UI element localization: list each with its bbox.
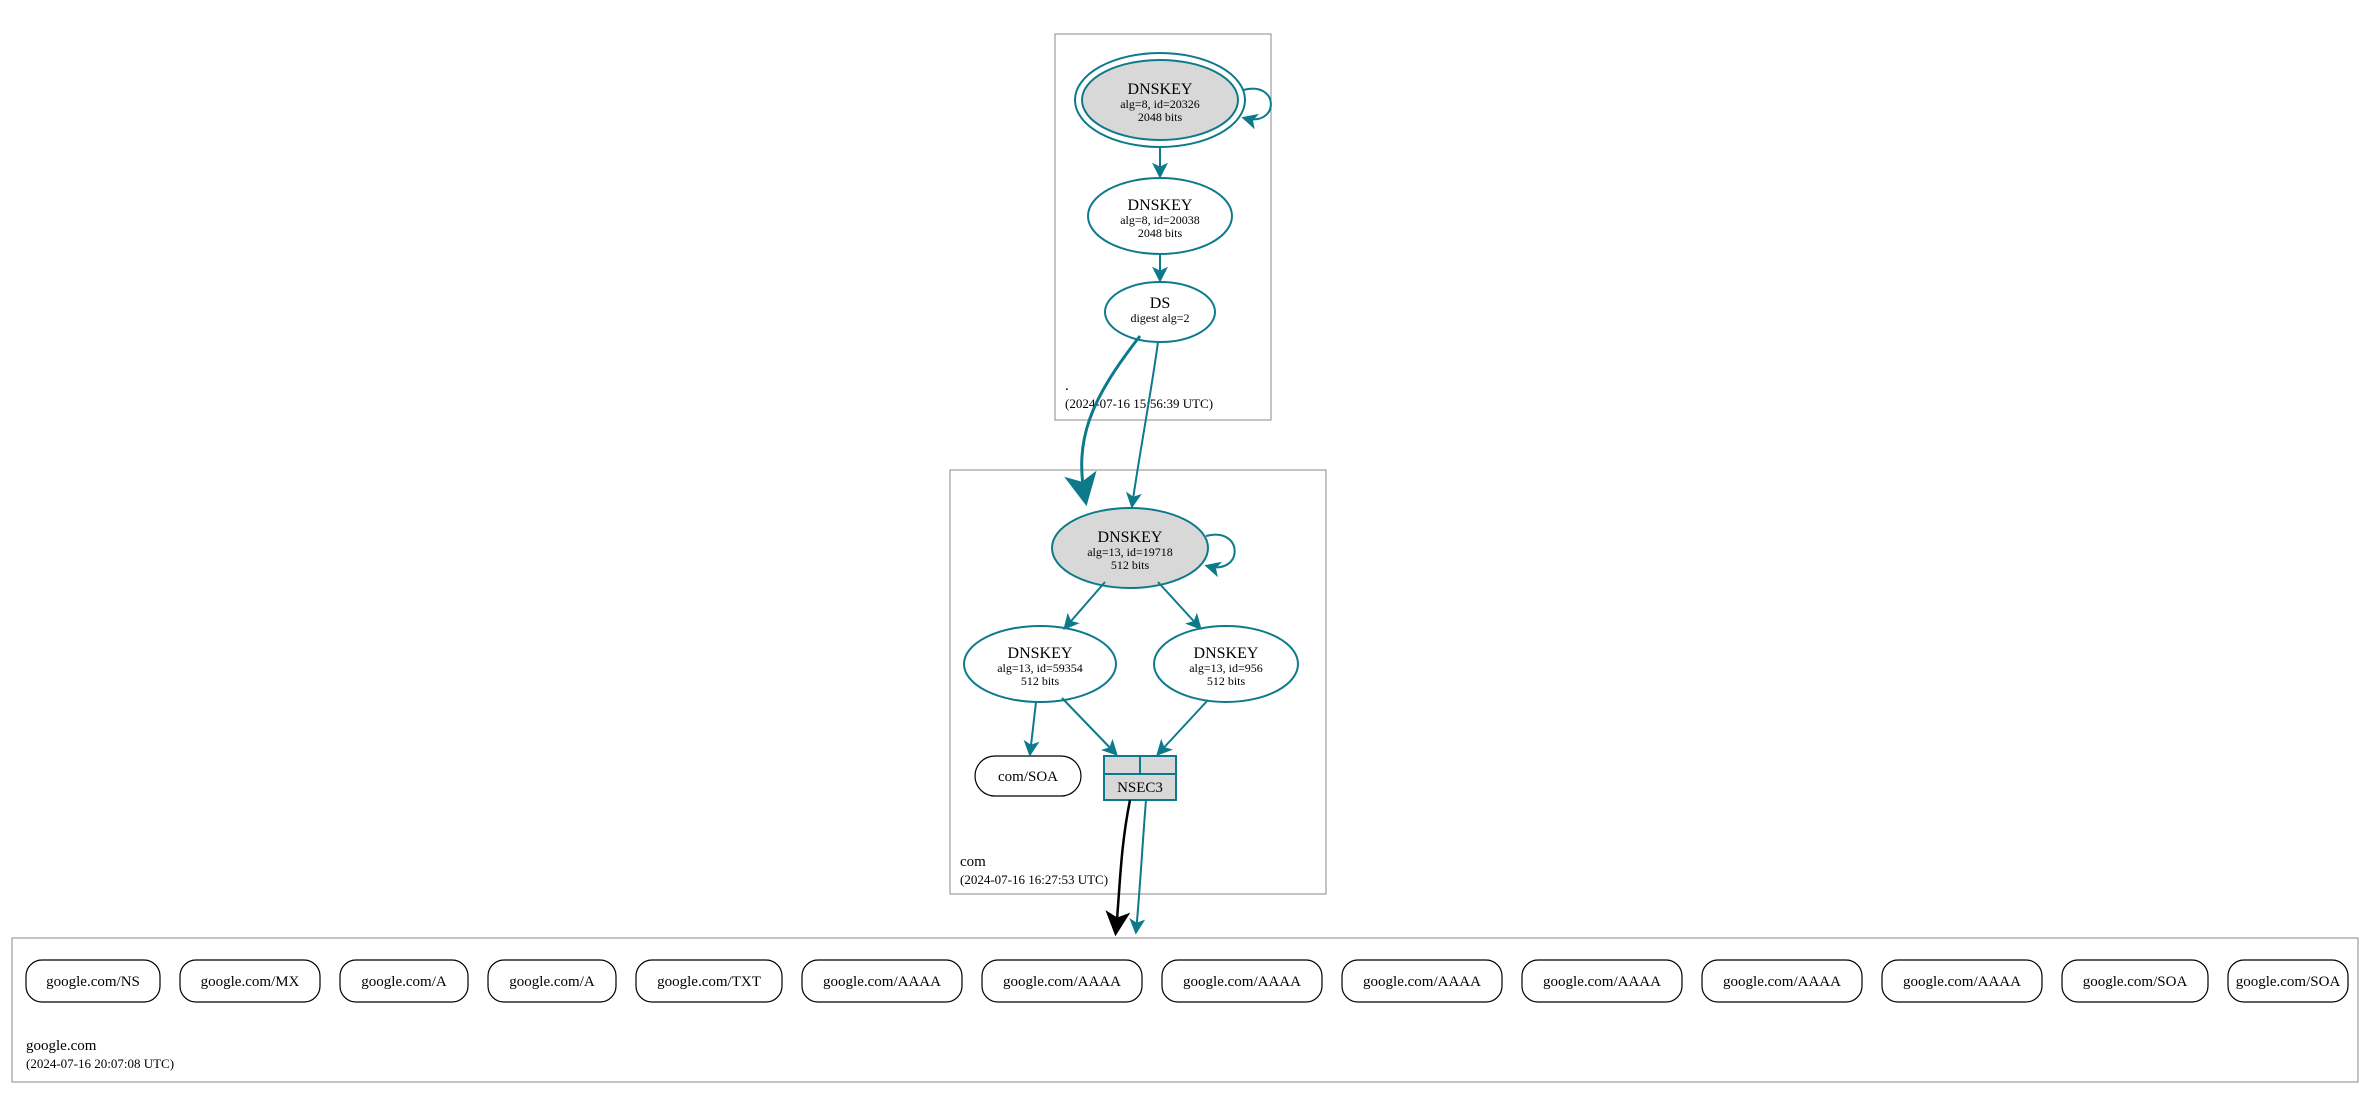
- list-item: google.com/TXT: [636, 960, 782, 1002]
- list-item: google.com/AAAA: [1342, 960, 1502, 1002]
- list-item: google.com/AAAA: [982, 960, 1142, 1002]
- svg-text:alg=13, id=956: alg=13, id=956: [1189, 661, 1263, 675]
- svg-text:google.com/AAAA: google.com/AAAA: [1183, 974, 1301, 990]
- svg-text:google.com/A: google.com/A: [361, 974, 447, 990]
- zone-google-name: google.com: [26, 1038, 97, 1054]
- list-item: google.com/SOA: [2228, 960, 2348, 1002]
- node-root-ksk: DNSKEY alg=8, id=20326 2048 bits: [1075, 53, 1245, 147]
- svg-text:2048 bits: 2048 bits: [1138, 226, 1183, 240]
- google-record-list: google.com/NS google.com/MX google.com/A…: [26, 960, 2348, 1002]
- edge-ds-comksk-2: [1132, 342, 1158, 506]
- list-item: google.com/NS: [26, 960, 160, 1002]
- node-com-zsk2: DNSKEY alg=13, id=956 512 bits: [1154, 626, 1298, 702]
- svg-text:google.com/MX: google.com/MX: [201, 974, 300, 990]
- node-com-nsec3: NSEC3: [1104, 756, 1176, 800]
- svg-text:google.com/AAAA: google.com/AAAA: [1003, 974, 1121, 990]
- edge-nsec3-google-black: [1116, 800, 1130, 930]
- svg-text:google.com/AAAA: google.com/AAAA: [823, 974, 941, 990]
- zone-root: . (2024-07-16 15:56:39 UTC) DNSKEY alg=8…: [1055, 34, 1271, 420]
- svg-text:google.com/A: google.com/A: [509, 974, 595, 990]
- node-com-ksk: DNSKEY alg=13, id=19718 512 bits: [1052, 508, 1208, 588]
- edge-comksk-zsk2: [1158, 582, 1200, 628]
- zone-root-timestamp: (2024-07-16 15:56:39 UTC): [1065, 396, 1213, 411]
- svg-text:alg=13, id=19718: alg=13, id=19718: [1087, 545, 1173, 559]
- svg-text:google.com/AAAA: google.com/AAAA: [1363, 974, 1481, 990]
- svg-text:alg=8, id=20038: alg=8, id=20038: [1120, 213, 1200, 227]
- zone-root-name: .: [1065, 378, 1069, 394]
- edge-root-ksk-self: [1243, 89, 1271, 120]
- edge-zsk2-nsec3: [1158, 700, 1208, 754]
- zone-com-name: com: [960, 854, 986, 870]
- dnssec-graph: . (2024-07-16 15:56:39 UTC) DNSKEY alg=8…: [0, 0, 2371, 1094]
- svg-text:alg=13, id=59354: alg=13, id=59354: [997, 661, 1083, 675]
- list-item: google.com/A: [340, 960, 468, 1002]
- svg-text:google.com/TXT: google.com/TXT: [657, 974, 761, 990]
- list-item: google.com/AAAA: [1702, 960, 1862, 1002]
- svg-text:DNSKEY: DNSKEY: [1194, 645, 1259, 662]
- svg-text:digest alg=2: digest alg=2: [1130, 311, 1189, 325]
- edge-zsk1-soa: [1030, 702, 1036, 754]
- list-item: google.com/MX: [180, 960, 320, 1002]
- list-item: google.com/AAAA: [1522, 960, 1682, 1002]
- list-item: google.com/A: [488, 960, 616, 1002]
- node-com-soa: com/SOA: [975, 756, 1081, 796]
- edge-ds-comksk-1: [1082, 336, 1140, 498]
- svg-text:com/SOA: com/SOA: [998, 769, 1058, 785]
- list-item: google.com/AAAA: [802, 960, 962, 1002]
- zone-com-timestamp: (2024-07-16 16:27:53 UTC): [960, 872, 1108, 887]
- svg-text:512 bits: 512 bits: [1207, 674, 1246, 688]
- svg-text:google.com/SOA: google.com/SOA: [2236, 974, 2341, 990]
- node-com-zsk1: DNSKEY alg=13, id=59354 512 bits: [964, 626, 1116, 702]
- svg-text:google.com/NS: google.com/NS: [46, 974, 140, 990]
- edge-zsk1-nsec3: [1062, 698, 1116, 754]
- svg-text:DNSKEY: DNSKEY: [1098, 529, 1163, 546]
- edge-comksk-zsk1: [1065, 582, 1105, 628]
- svg-text:google.com/AAAA: google.com/AAAA: [1723, 974, 1841, 990]
- edge-nsec3-google-teal: [1136, 800, 1146, 932]
- svg-text:512 bits: 512 bits: [1111, 558, 1150, 572]
- list-item: google.com/AAAA: [1882, 960, 2042, 1002]
- svg-text:DS: DS: [1150, 295, 1170, 312]
- zone-google-timestamp: (2024-07-16 20:07:08 UTC): [26, 1056, 174, 1071]
- svg-text:DNSKEY: DNSKEY: [1128, 81, 1193, 98]
- svg-text:google.com/AAAA: google.com/AAAA: [1903, 974, 2021, 990]
- node-root-ds: DS digest alg=2: [1105, 282, 1215, 342]
- svg-text:alg=8, id=20326: alg=8, id=20326: [1120, 97, 1200, 111]
- list-item: google.com/AAAA: [1162, 960, 1322, 1002]
- list-item: google.com/SOA: [2062, 960, 2208, 1002]
- svg-text:512 bits: 512 bits: [1021, 674, 1060, 688]
- svg-text:google.com/AAAA: google.com/AAAA: [1543, 974, 1661, 990]
- svg-text:2048 bits: 2048 bits: [1138, 110, 1183, 124]
- svg-text:NSEC3: NSEC3: [1117, 780, 1163, 796]
- node-root-zsk: DNSKEY alg=8, id=20038 2048 bits: [1088, 178, 1232, 254]
- svg-text:DNSKEY: DNSKEY: [1008, 645, 1073, 662]
- svg-text:google.com/SOA: google.com/SOA: [2083, 974, 2188, 990]
- svg-text:DNSKEY: DNSKEY: [1128, 197, 1193, 214]
- zone-google: google.com (2024-07-16 20:07:08 UTC) goo…: [12, 938, 2358, 1082]
- edge-com-ksk-self: [1206, 535, 1235, 568]
